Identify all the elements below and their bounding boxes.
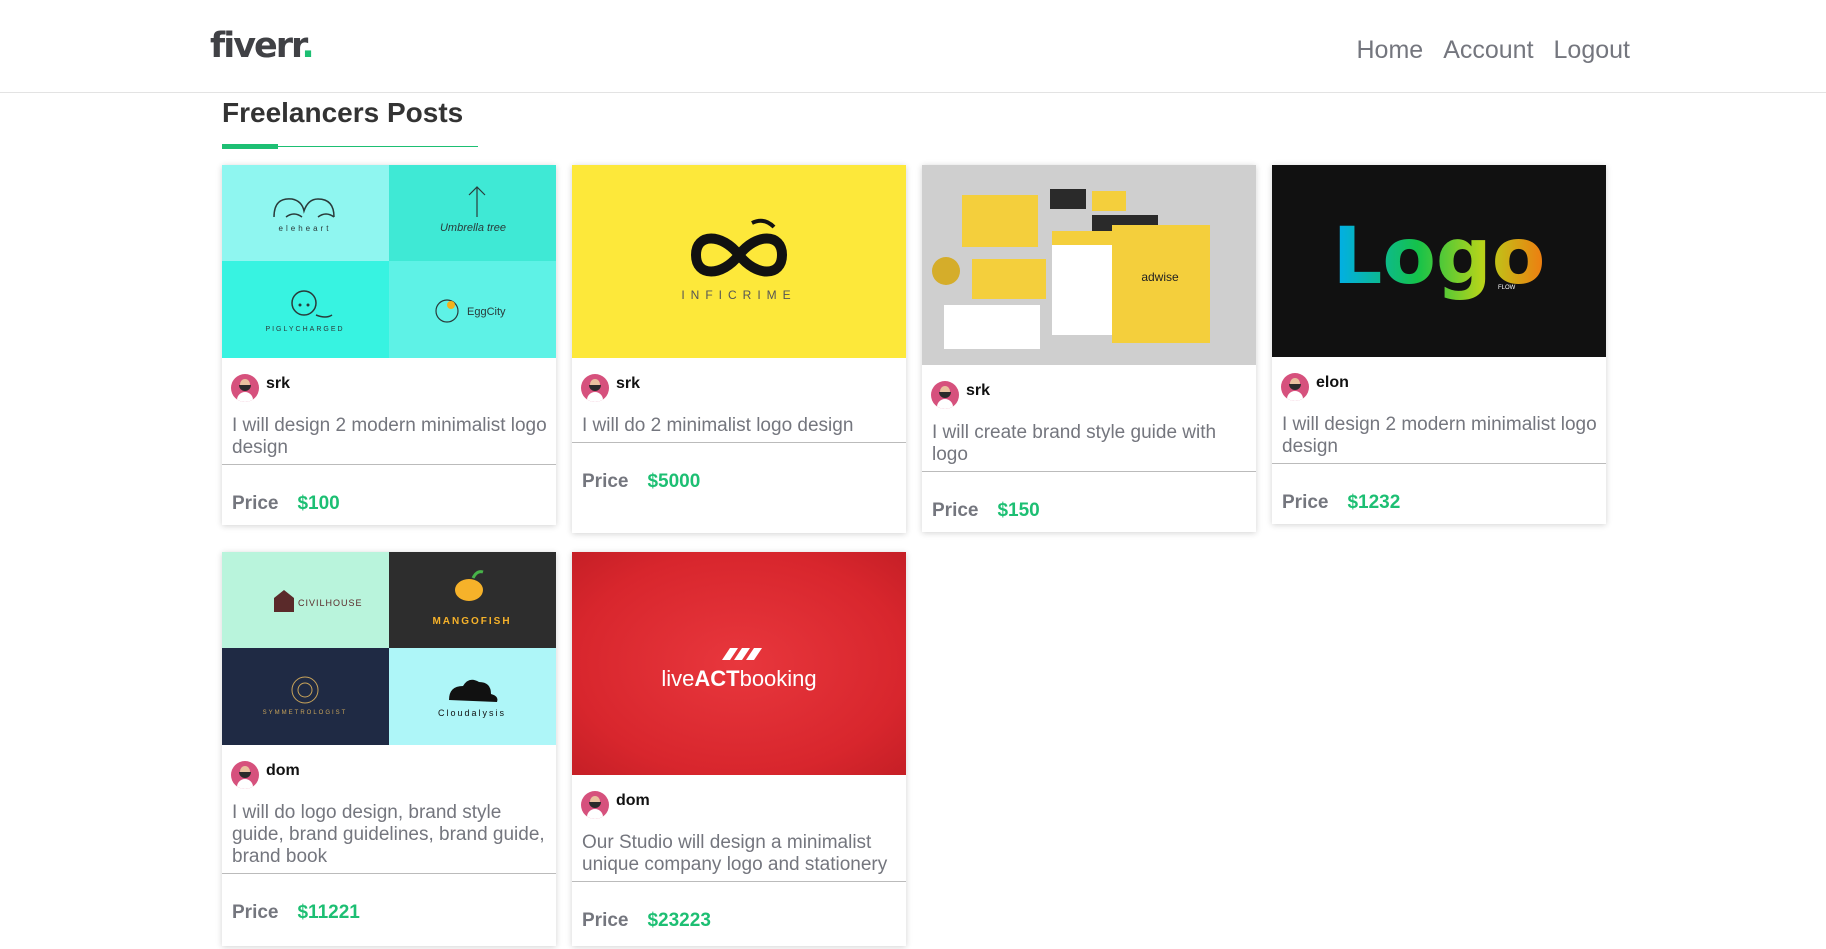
image-text-umbrella-tree: Umbrella tree [440, 222, 506, 234]
author-name: elon [1316, 374, 1349, 391]
post-price: Price $100 [222, 465, 556, 525]
mangofish-logo: MANGOFISH [432, 570, 511, 627]
post-image: liveACTbooking [572, 552, 906, 775]
nav-links: Home Account Logout [1357, 36, 1631, 65]
price-value: $1232 [1347, 492, 1401, 513]
post-card[interactable]: Logo FLOW elon I will design 2 modern mi… [1272, 165, 1606, 524]
top-navbar: fiverr. Home Account Logout [0, 0, 1826, 93]
symmetrologist-logo: SYMMETROLOGIST [263, 676, 348, 716]
post-author: dom [581, 791, 906, 819]
image-text-symmetrologist: SYMMETROLOGIST [263, 710, 348, 716]
nav-logout-link[interactable]: Logout [1554, 36, 1630, 65]
fiverr-logo[interactable]: fiverr. [210, 26, 315, 66]
author-name: srk [616, 375, 641, 392]
avatar[interactable] [1281, 373, 1309, 401]
piglycharged-logo: PIGLYCHARGED [265, 290, 344, 333]
post-card[interactable]: liveACTbooking dom Our Studio will desig… [572, 552, 906, 946]
svg-text:liveACTbooking: liveACTbooking [661, 666, 816, 691]
author-name: srk [966, 382, 991, 399]
post-price: Price $11221 [222, 874, 556, 934]
post-image: adwise [922, 165, 1256, 365]
image-text-cloudalysis: Cloudalysis [438, 708, 506, 718]
liveactbooking-logo: liveACTbooking [661, 648, 817, 691]
post-description: I will do 2 minimalist logo design [572, 402, 906, 443]
author-name: dom [266, 762, 300, 779]
nav-account-link[interactable]: Account [1443, 36, 1533, 65]
price-label: Price [932, 500, 979, 521]
inficrime-logo: INFICRIME [681, 218, 796, 302]
eggcity-logo: EggCity [435, 299, 506, 323]
adwise-stationery-mockup: adwise [932, 189, 1210, 349]
author-name: srk [266, 375, 291, 392]
avatar[interactable] [581, 791, 609, 819]
price-label: Price [232, 493, 279, 514]
post-image: eleheart Umbrella tree PIGLYCHARGED EggC… [222, 165, 556, 358]
post-card[interactable]: adwise srk I will create brand style gui… [922, 165, 1256, 532]
title-underline-accent [222, 144, 278, 149]
civilhouse-logo: CIVILHOUSE [274, 590, 363, 612]
image-text-eleheart: eleheart [279, 224, 332, 233]
image-text-act: ACT [694, 666, 740, 691]
price-value: $150 [997, 500, 1040, 521]
price-value: $11221 [297, 902, 360, 923]
image-text-flow: FLOW [1498, 285, 1516, 291]
price-value: $23223 [647, 910, 711, 931]
image-text-piglycharged: PIGLYCHARGED [265, 326, 344, 333]
post-card[interactable]: eleheart Umbrella tree PIGLYCHARGED EggC… [222, 165, 556, 525]
price-value: $100 [297, 493, 340, 514]
avatar[interactable] [931, 381, 959, 409]
post-image: INFICRIME [572, 165, 906, 358]
price-label: Price [232, 902, 279, 923]
post-card[interactable]: INFICRIME srk I will do 2 minimalist log… [572, 165, 906, 533]
post-author: srk [231, 374, 556, 402]
post-image: Logo FLOW [1272, 165, 1606, 357]
post-price: Price $1232 [1272, 464, 1606, 524]
price-label: Price [1282, 492, 1329, 513]
image-text-eggcity: EggCity [467, 306, 506, 318]
image-text-inficrime: INFICRIME [681, 288, 796, 302]
post-price: Price $5000 [572, 443, 906, 503]
post-author: dom [231, 761, 556, 789]
cloudalysis-logo: Cloudalysis [438, 679, 506, 718]
post-description: I will do logo design, brand style guide… [222, 789, 556, 874]
post-price: Price $150 [922, 472, 1256, 532]
author-name: dom [616, 792, 650, 809]
price-label: Price [582, 471, 629, 492]
post-author: srk [931, 381, 1256, 409]
price-label: Price [582, 910, 629, 931]
image-text-mangofish: MANGOFISH [432, 616, 511, 627]
post-description: Our Studio will design a minimalist uniq… [572, 819, 906, 882]
logo-dot: . [301, 26, 314, 66]
logo-flow-logo: Logo FLOW [1333, 212, 1546, 302]
image-text-adwise: adwise [1141, 270, 1179, 284]
price-value: $5000 [647, 471, 701, 492]
umbrella-tree-logo: Umbrella tree [440, 186, 506, 234]
avatar[interactable] [231, 761, 259, 789]
nav-home-link[interactable]: Home [1357, 36, 1424, 65]
post-price: Price $23223 [572, 882, 906, 942]
post-author: srk [581, 374, 906, 402]
logo-text: fiverr [210, 26, 303, 66]
avatar[interactable] [231, 374, 259, 402]
image-text-booking: booking [740, 666, 817, 691]
image-text-civilhouse: CIVILHOUSE [298, 598, 363, 608]
image-text-live: live [661, 666, 694, 691]
post-description: I will create brand style guide with log… [922, 409, 1256, 472]
section-title: Freelancers Posts [222, 97, 464, 128]
post-description: I will design 2 modern minimalist logo d… [1272, 401, 1606, 464]
post-card[interactable]: CIVILHOUSE MANGOFISH SYMMETROLOGIST Clou… [222, 552, 556, 946]
eleheart-logo: eleheart [273, 198, 335, 233]
post-image: CIVILHOUSE MANGOFISH SYMMETROLOGIST Clou… [222, 552, 556, 745]
post-author: elon [1281, 373, 1606, 401]
post-description: I will design 2 modern minimalist logo d… [222, 402, 556, 465]
avatar[interactable] [581, 374, 609, 402]
